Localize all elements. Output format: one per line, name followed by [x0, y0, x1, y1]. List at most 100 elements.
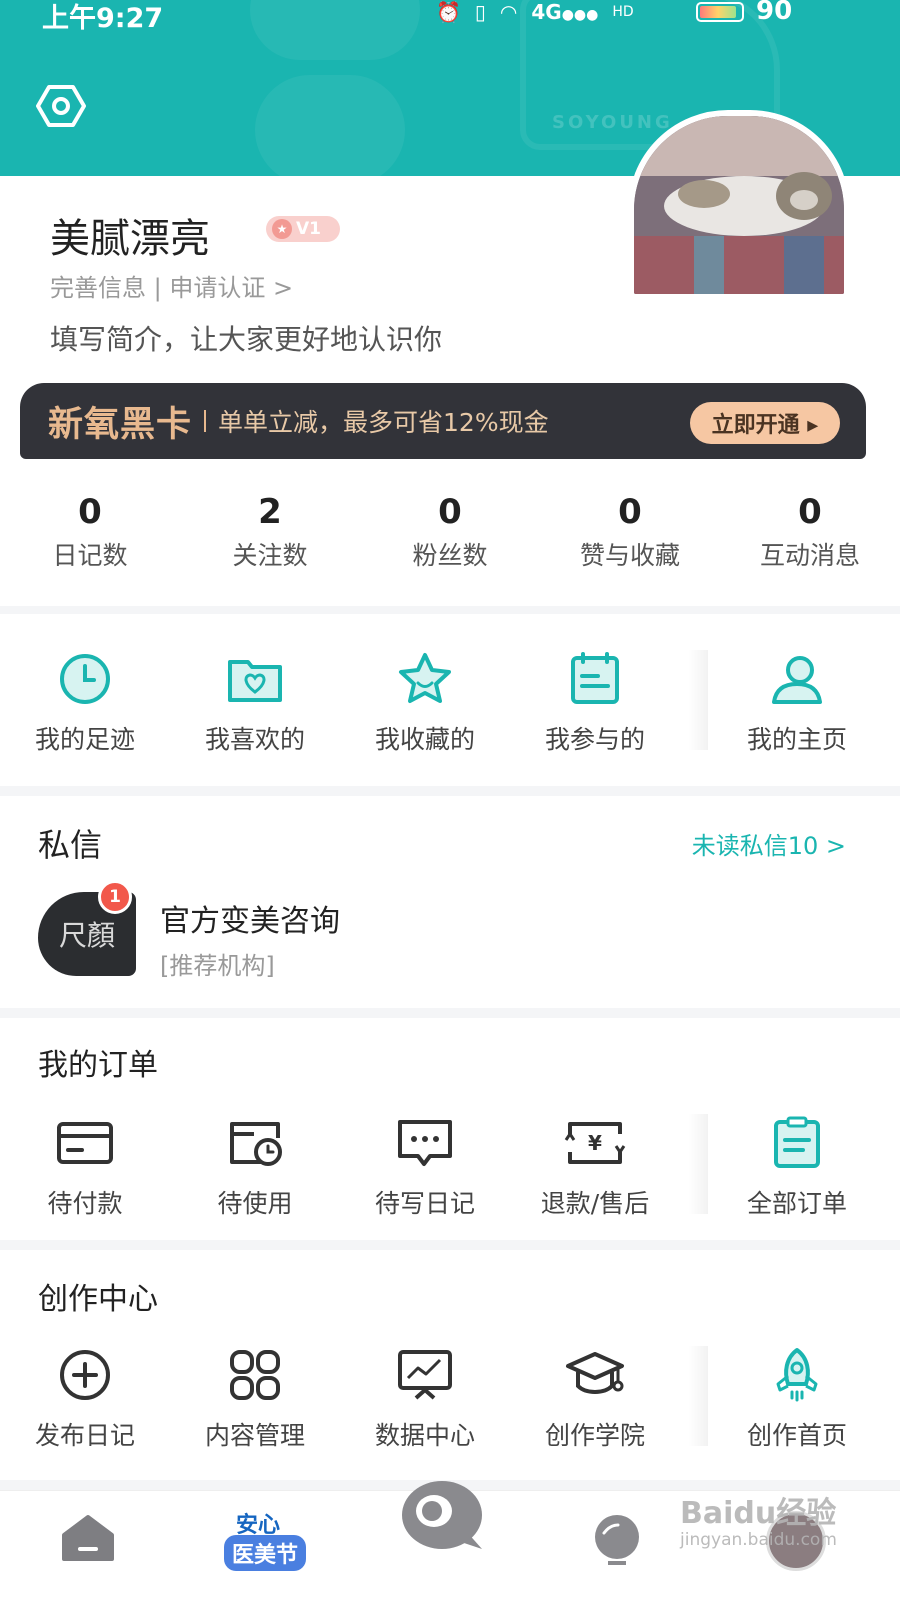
order-pending-payment[interactable]: 待付款: [0, 1114, 170, 1220]
complete-info-link[interactable]: 完善信息 | 申请认证 >: [50, 268, 293, 303]
stat-diaries[interactable]: 0 日记数: [0, 490, 180, 600]
watermark: Baidu经验: [680, 1496, 837, 1531]
unread-messages-link[interactable]: 未读私信10 >: [692, 826, 846, 861]
quick-link-label: 我参与的: [544, 725, 645, 754]
create-content-management[interactable]: 内容管理: [170, 1346, 340, 1452]
creation-label: 创作首页: [746, 1421, 847, 1450]
monitor-chart-icon: [398, 1350, 452, 1400]
quick-links-section: 我的足迹 我喜欢的 我收藏的 我参与的 我的主页: [0, 614, 900, 786]
stat-label: 关注数: [232, 541, 308, 570]
quick-link-label: 我的足迹: [34, 725, 135, 754]
order-all[interactable]: 全部订单: [712, 1114, 882, 1220]
create-publish-diary[interactable]: 发布日记: [0, 1346, 170, 1452]
black-card-banner[interactable]: 新氧黑卡 单单立减，最多可省12%现金 立即开通 ▸: [20, 383, 866, 459]
creation-section: 创作中心 发布日记 内容管理 数据中心 创作学院 创作首页: [0, 1250, 900, 1480]
festival-tab[interactable]: 安心 医美节: [212, 1505, 316, 1571]
quick-link-collected[interactable]: 我收藏的: [340, 650, 510, 756]
creation-label: 创作学院: [544, 1421, 645, 1450]
creation-title: 创作中心: [38, 1282, 158, 1317]
black-card-separator: [204, 410, 207, 432]
creation-row: 发布日记 内容管理 数据中心 创作学院 创作首页: [0, 1346, 900, 1452]
bio-placeholder[interactable]: 填写简介，让大家更好地认识你: [50, 318, 442, 358]
card-icon: [57, 1122, 113, 1164]
quick-link-liked[interactable]: 我喜欢的: [170, 650, 340, 756]
stat-value: 2: [258, 492, 282, 532]
scroll-divider: [688, 1346, 708, 1446]
create-data-center[interactable]: 数据中心: [340, 1346, 510, 1452]
stat-value: 0: [438, 492, 462, 532]
order-label: 待写日记: [374, 1189, 475, 1218]
community-tab-icon[interactable]: [396, 1475, 492, 1561]
stat-value: 0: [798, 492, 822, 532]
quick-link-homepage[interactable]: 我的主页: [712, 650, 882, 756]
level-badge[interactable]: ★ V1: [266, 216, 340, 242]
creation-label: 内容管理: [204, 1421, 305, 1450]
clock-card-icon: [230, 1122, 282, 1166]
calendar-icon: [571, 652, 619, 704]
home-tab-icon[interactable]: [60, 1513, 116, 1563]
create-academy[interactable]: 创作学院: [510, 1346, 680, 1452]
message-sender-tag: [推荐机构]: [160, 952, 275, 980]
orders-section: 我的订单 待付款 待使用 待写日记 ¥ 退款/售后 全部订单: [0, 1018, 900, 1240]
order-pending-diary[interactable]: 待写日记: [340, 1114, 510, 1220]
clipboard-icon: [774, 1116, 820, 1168]
order-label: 全部订单: [746, 1189, 847, 1218]
profile-card: 美腻漂亮 ★ V1 完善信息 | 申请认证 > 填写简介，让大家更好地认识你 新…: [0, 0, 900, 606]
order-refund[interactable]: ¥ 退款/售后: [510, 1114, 680, 1220]
stat-following[interactable]: 2 关注数: [180, 490, 360, 600]
explore-tab-icon[interactable]: [590, 1513, 644, 1567]
messages-title: 私信: [38, 826, 103, 864]
message-sender-name: 官方变美咨询: [160, 904, 340, 939]
star-icon: [399, 653, 451, 703]
orders-row: 待付款 待使用 待写日记 ¥ 退款/售后 全部订单: [0, 1114, 900, 1220]
quick-links-row: 我的足迹 我喜欢的 我收藏的 我参与的 我的主页: [0, 650, 900, 756]
clock-icon: [60, 654, 110, 704]
comment-icon: [398, 1120, 452, 1166]
stat-label: 互动消息: [759, 541, 860, 570]
grid-icon: [230, 1350, 280, 1400]
refund-icon: ¥: [564, 1122, 626, 1164]
cat-photo: [634, 116, 844, 294]
scroll-divider: [688, 1114, 708, 1214]
order-label: 退款/售后: [540, 1189, 650, 1218]
create-home[interactable]: 创作首页: [712, 1346, 882, 1452]
festival-text-2: 医美节: [224, 1535, 307, 1571]
order-label: 待付款: [47, 1189, 123, 1218]
black-card-description: 单单立减，最多可省12%现金: [218, 408, 549, 437]
quick-link-footprints[interactable]: 我的足迹: [0, 650, 170, 756]
level-text: V1: [296, 219, 321, 239]
watermark-url: jingyan.baidu.com: [680, 1530, 837, 1550]
graduation-cap-icon: [566, 1352, 624, 1394]
creation-label: 发布日记: [34, 1421, 135, 1450]
rocket-icon: [776, 1348, 818, 1402]
black-card-title: 新氧黑卡: [48, 404, 193, 445]
username[interactable]: 美腻漂亮: [50, 206, 210, 264]
stat-label: 粉丝数: [412, 541, 488, 570]
stat-interactions[interactable]: 0 互动消息: [720, 490, 900, 600]
unread-badge: 1: [98, 880, 132, 914]
stat-value: 0: [78, 492, 102, 532]
stat-label: 赞与收藏: [579, 541, 680, 570]
scroll-divider: [688, 650, 708, 750]
order-label: 待使用: [217, 1189, 293, 1218]
stats-row: 0 日记数 2 关注数 0 粉丝数 0 赞与收藏 0 互动消息: [0, 490, 900, 600]
open-black-card-button[interactable]: 立即开通 ▸: [690, 402, 840, 444]
stat-likes[interactable]: 0 赞与收藏: [540, 490, 720, 600]
messages-section: 私信 未读私信10 > 尺顏 1 官方变美咨询 [推荐机构]: [0, 796, 900, 1008]
avatar[interactable]: [628, 110, 850, 300]
stat-value: 0: [618, 492, 642, 532]
stat-label: 日记数: [52, 541, 128, 570]
order-pending-use[interactable]: 待使用: [170, 1114, 340, 1220]
creation-label: 数据中心: [374, 1421, 475, 1450]
plus-circle-icon: [60, 1350, 110, 1400]
orders-title: 我的订单: [38, 1048, 158, 1083]
heart-folder-icon: [228, 660, 282, 702]
quick-link-label: 我喜欢的: [204, 725, 305, 754]
level-star-icon: ★: [272, 219, 292, 239]
user-icon: [772, 656, 822, 704]
quick-link-participated[interactable]: 我参与的: [510, 650, 680, 756]
stat-fans[interactable]: 0 粉丝数: [360, 490, 540, 600]
quick-link-label: 我收藏的: [374, 725, 475, 754]
svg-text:¥: ¥: [588, 1131, 602, 1155]
quick-link-label: 我的主页: [746, 725, 847, 754]
